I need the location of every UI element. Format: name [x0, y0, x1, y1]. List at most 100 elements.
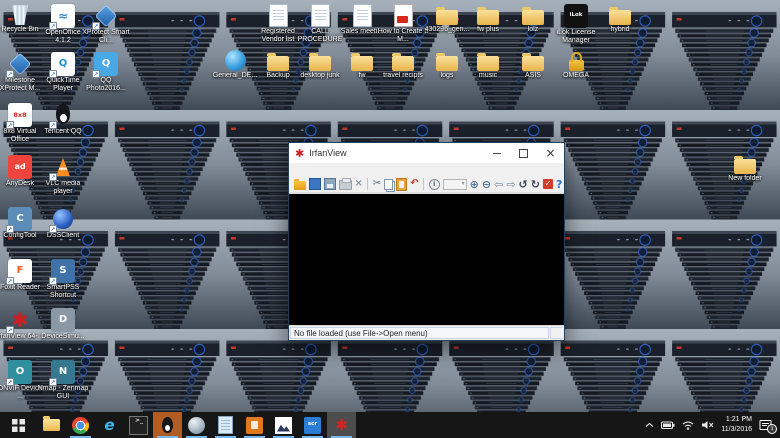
previous-image-icon: ⇦	[494, 179, 503, 190]
icon-glyph: ad	[14, 163, 25, 171]
desktop-icon[interactable]: D DeviceSimu...	[37, 308, 89, 341]
toolbar-button[interactable]: ⊕	[468, 177, 480, 192]
toolbar-button[interactable]	[395, 177, 409, 192]
shortcut-arrow-icon	[49, 225, 57, 233]
battery-icon[interactable]	[661, 420, 675, 430]
toolbar-button[interactable]: ?	[554, 177, 563, 192]
print-icon	[339, 180, 352, 190]
toolbar-button[interactable]	[322, 177, 337, 192]
close-button[interactable]	[537, 143, 564, 163]
system-tray: 1:21 PM 11/3/2016 1	[645, 412, 780, 438]
taskbar-internet-explorer[interactable]: e	[95, 412, 124, 438]
irfanview-task-icon: ✱	[333, 417, 350, 434]
desktop-icon[interactable]: Q QQ Photo2016...	[80, 52, 132, 94]
taskbar-file-explorer[interactable]	[37, 412, 66, 438]
foxit-reader-icon: F	[8, 259, 32, 283]
toolbar-button[interactable]: ▾	[441, 177, 468, 192]
configtool-icon: C	[8, 207, 32, 231]
windows-start-icon	[12, 419, 25, 432]
taskbar-text-document[interactable]	[211, 412, 240, 438]
taskbar: e>_ scr ✱ 1:21 PM 11/3/2016 1	[0, 412, 780, 438]
desktop-icon[interactable]: XProtect Smart Cli...	[80, 4, 132, 46]
irfanview-icon: ✱	[8, 308, 32, 332]
shortcut-arrow-icon	[6, 121, 14, 129]
desktop-icon[interactable]: hybrid	[594, 4, 646, 34]
toolbar-button[interactable]	[337, 177, 353, 192]
quicktime-icon: Q	[51, 52, 75, 76]
start-button[interactable]	[0, 412, 37, 438]
action-center-icon[interactable]: 1	[759, 419, 775, 431]
desktop-icon[interactable]: New folder	[719, 153, 771, 183]
chrome-icon	[72, 417, 89, 434]
menu-edit[interactable]	[301, 169, 311, 171]
vlc-icon	[51, 155, 75, 179]
menu-view[interactable]	[331, 169, 341, 171]
image-canvas	[289, 193, 564, 325]
desktop-icon[interactable]: Tencent QQ	[37, 103, 89, 136]
irfanview-logo-icon: ✱	[295, 148, 304, 159]
toolbar-button[interactable]: ↻	[529, 177, 541, 192]
toolbar-button[interactable]: ↶	[409, 177, 420, 192]
photos-icon	[275, 417, 292, 434]
desktop-icon-label: QQ Photo2016...	[80, 77, 132, 94]
maximize-button[interactable]	[510, 143, 537, 163]
desktop-icon-label: Tencent QQ	[37, 128, 89, 136]
toolbar-button[interactable]: ✓	[541, 177, 554, 192]
folder-icon	[436, 10, 458, 25]
toolbar-button[interactable]: ×	[353, 177, 364, 192]
folder-icon	[267, 56, 289, 71]
openoffice-icon: ≈	[51, 4, 75, 28]
menu-file[interactable]	[291, 169, 301, 171]
desktop-icon[interactable]: OMEGA	[550, 50, 602, 80]
smartpss-icon: S	[51, 259, 75, 283]
toolbar-button	[423, 178, 424, 190]
icon-glyph: iLok	[570, 13, 583, 19]
desktop-icon[interactable]: DSSClient	[37, 207, 89, 240]
folder-icon	[734, 159, 756, 174]
onvif-icon: O	[8, 360, 32, 384]
chevron-up-icon[interactable]	[645, 422, 654, 428]
taskbar-tencent-qq[interactable]	[153, 412, 182, 438]
minimize-button[interactable]	[483, 143, 510, 163]
taskbar-setup-app[interactable]	[240, 412, 269, 438]
folder-icon	[436, 56, 458, 71]
icon-glyph: O	[16, 367, 25, 377]
toolbar-button[interactable]: ⇦	[493, 177, 505, 192]
toolbar-button[interactable]: ⊖	[480, 177, 492, 192]
titlebar[interactable]: ✱ IrfanView	[289, 143, 564, 163]
menu-help[interactable]	[341, 169, 351, 171]
toolbar-button[interactable]	[383, 177, 395, 192]
resize-grip[interactable]	[550, 327, 563, 339]
taskbar-screen-app[interactable]: scr	[298, 412, 327, 438]
taskbar-chrome[interactable]	[66, 412, 95, 438]
menu-image[interactable]	[311, 169, 321, 171]
volume-muted-icon[interactable]	[701, 420, 714, 430]
toolbar-button[interactable]: i	[427, 177, 441, 192]
taskbar-8x8-app[interactable]	[182, 412, 211, 438]
taskbar-clock[interactable]: 1:21 PM 11/3/2016	[721, 415, 752, 435]
desktop-icon-label: hybrid	[594, 26, 646, 34]
toolbar-button[interactable]	[307, 177, 322, 192]
shortcut-arrow-icon	[49, 70, 57, 78]
file-explorer-icon	[43, 419, 60, 431]
toolbar-button[interactable]: ↺	[517, 177, 529, 192]
shortcut-arrow-icon	[92, 70, 100, 78]
toolbar-button[interactable]	[292, 177, 307, 192]
desktop-icon[interactable]: S SmartPSS Shortcut	[37, 259, 89, 301]
taskbar-photos[interactable]	[269, 412, 298, 438]
window-controls	[483, 143, 564, 163]
taskbar-command-prompt[interactable]: >_	[124, 412, 153, 438]
undo-icon: ↶	[410, 179, 418, 189]
folder-icon	[609, 10, 631, 25]
icon-glyph: S	[59, 266, 66, 276]
wifi-icon[interactable]	[682, 420, 694, 430]
folder-icon	[351, 56, 373, 71]
toolbar-button[interactable]: ⇨	[505, 177, 517, 192]
desktop-icon[interactable]: N Nmap - Zenmap GUI	[37, 360, 89, 402]
toolbar-button[interactable]: ✂	[371, 177, 382, 192]
taskbar-irfanview[interactable]: ✱	[327, 412, 356, 438]
statusbar: No file loaded (use File->Open menu)	[289, 325, 564, 340]
menu-options[interactable]	[321, 169, 331, 171]
desktop-icon[interactable]: VLC media player	[37, 155, 89, 197]
shortcut-arrow-icon	[6, 378, 14, 386]
